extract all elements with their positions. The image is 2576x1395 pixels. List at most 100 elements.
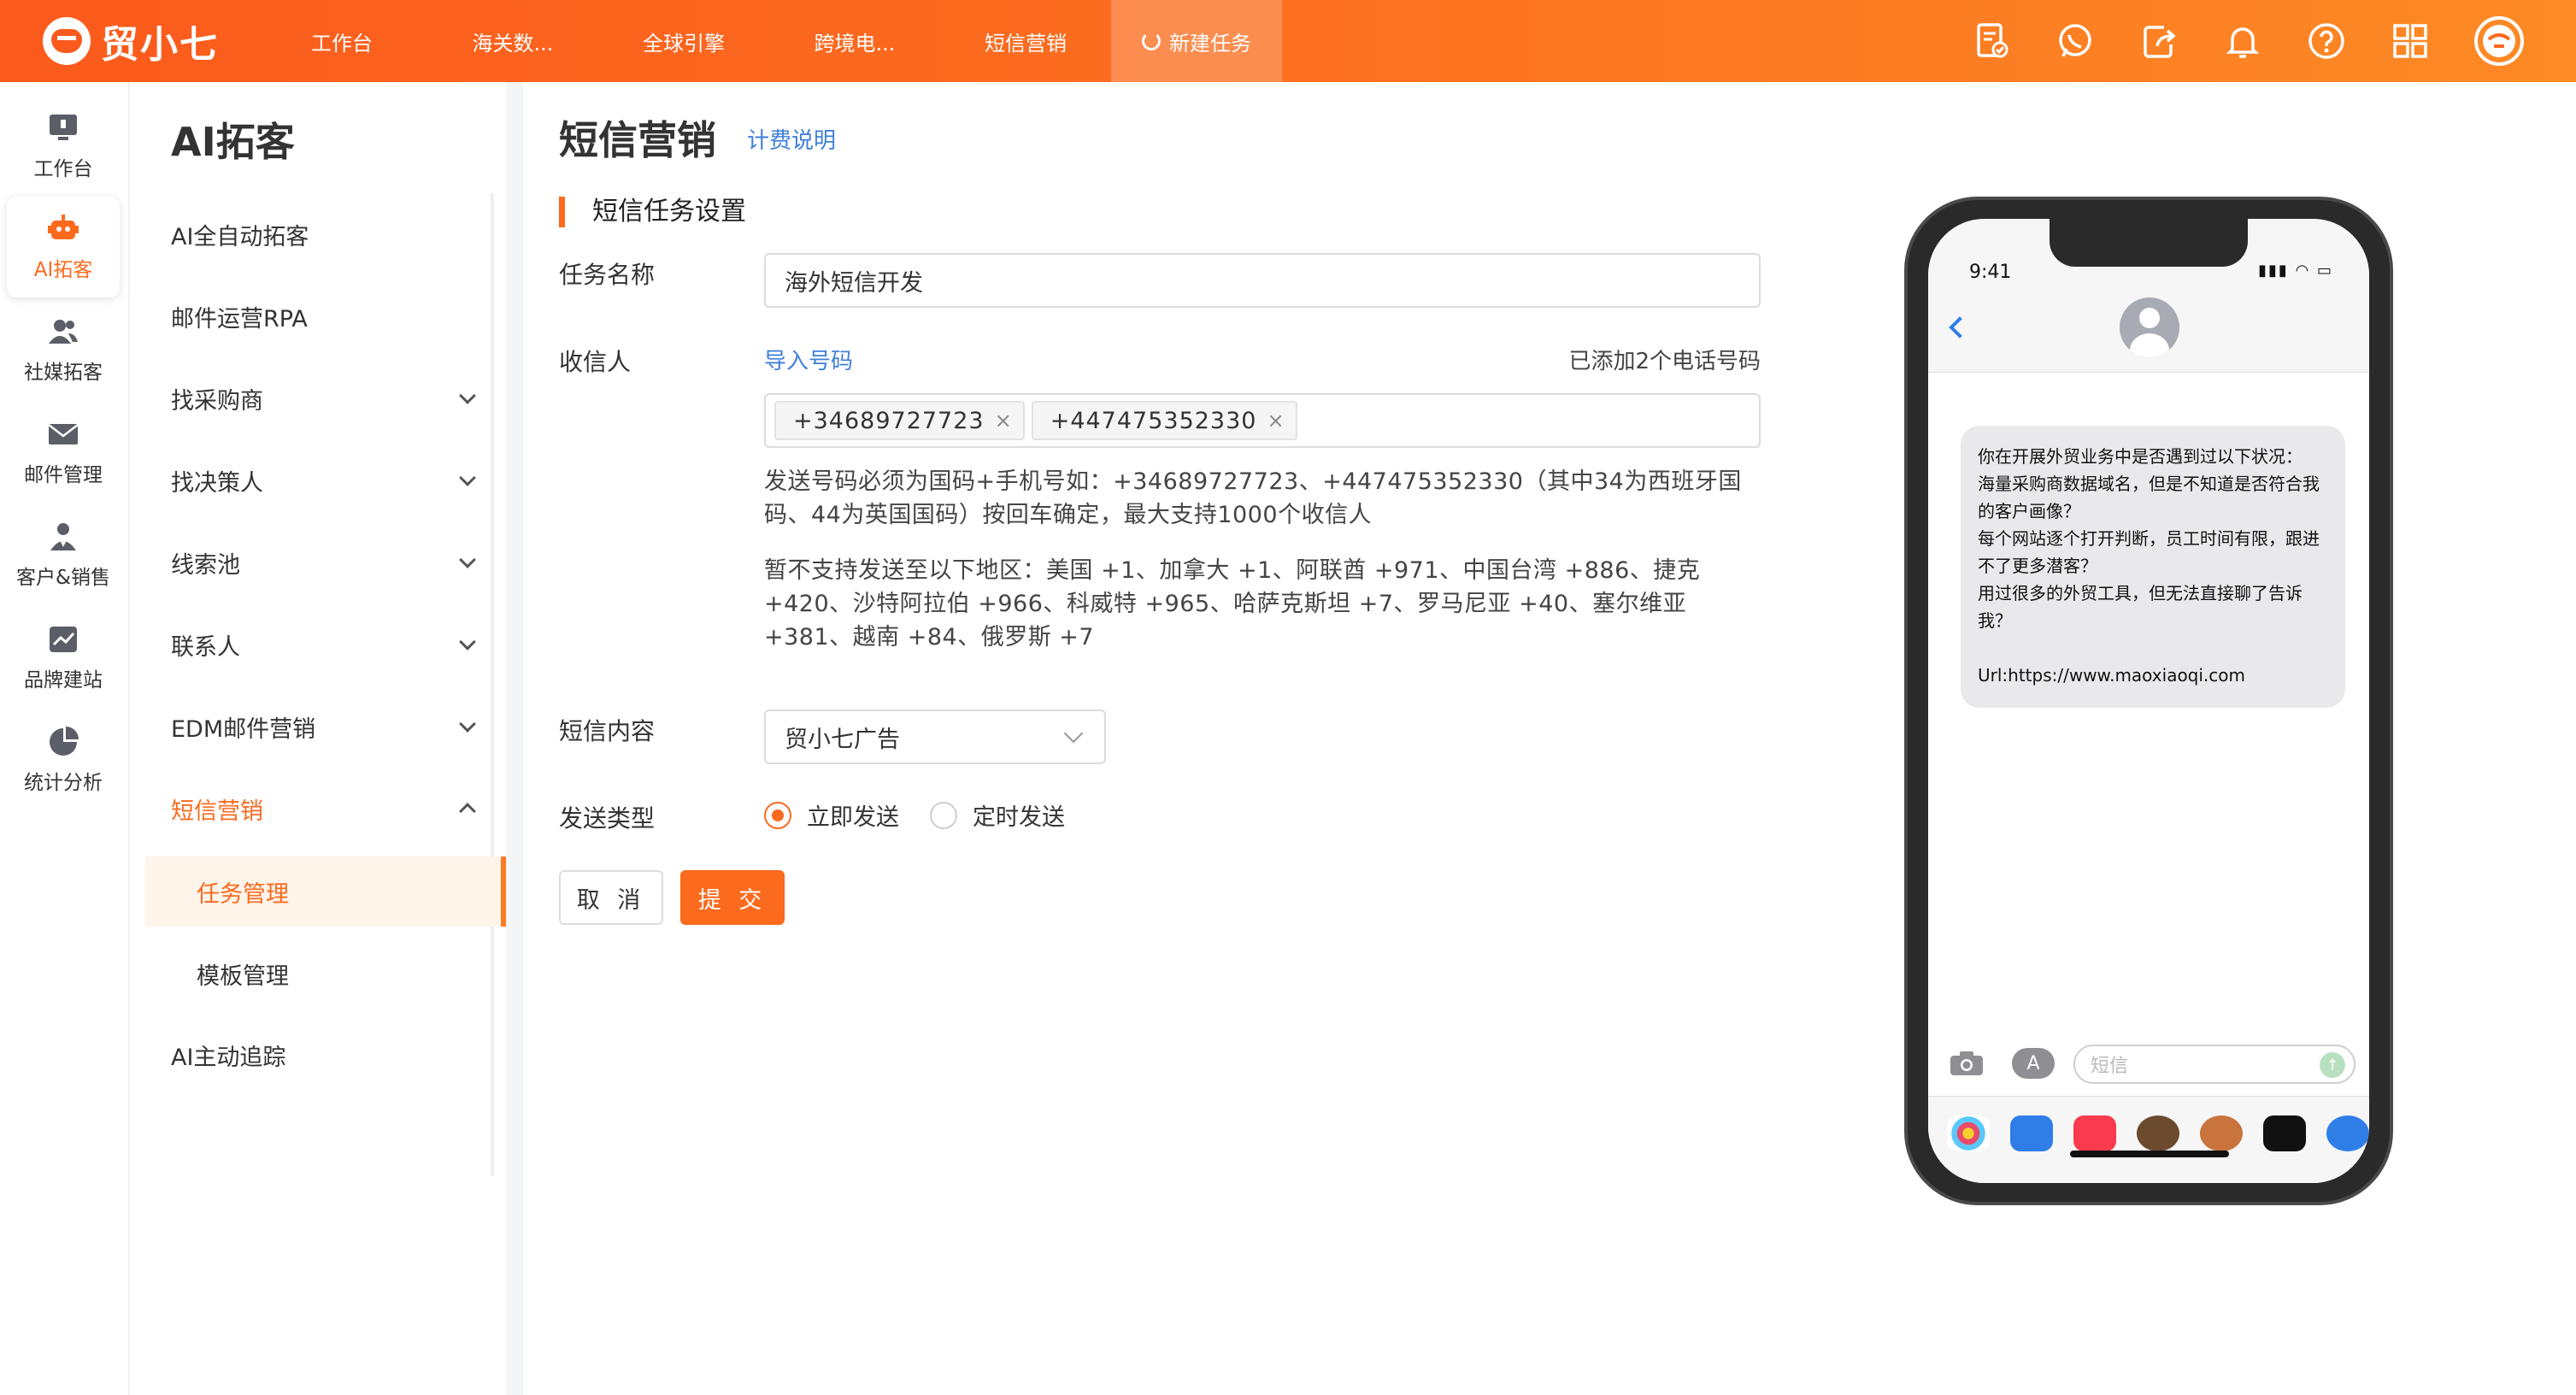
memoji-app-icon [2137,1115,2179,1151]
chevron-down-icon [459,469,476,486]
phone-tag: +447475352330 × [1031,401,1297,440]
recipient-tags-input[interactable]: +34689727723 × +447475352330 × [764,393,1761,448]
menu-item-find-decision-makers[interactable]: 找决策人 [171,455,487,506]
send-type-label: 发送类型 [559,804,656,833]
note-line: +420、沙特阿拉伯 +966、科威特 +965、哈萨克斯坦 +7、罗马尼亚 +… [764,591,1687,617]
rail-label: 客户&销售 [16,567,110,589]
sms-input-placeholder: 短信 [2091,1056,2129,1077]
grid-icon[interactable] [2390,21,2431,62]
rail-item-social[interactable]: 社媒拓客 [7,299,120,400]
radio-dot [764,801,791,829]
chevron-down-icon [459,633,476,650]
share-icon[interactable] [2138,21,2179,62]
contact-avatar [2120,297,2179,357]
menu-item-ai-tracking[interactable]: AI主动追踪 [171,1029,487,1080]
workbench-icon [50,115,77,140]
social-icon [49,320,78,344]
menu-item-lead-pool[interactable]: 线索池 [171,537,487,588]
menu-item-contacts[interactable]: 联系人 [171,619,487,670]
phone-tag: +34689727723 × [774,401,1025,440]
submenu-item-task-management[interactable]: 任务管理 [145,856,506,927]
bell-icon[interactable] [2222,21,2263,62]
user-avatar-icon[interactable] [2473,15,2525,67]
menu-item-label: EDM邮件营销 [171,715,316,743]
top-bar: 贸小七 工作台 海关数... 全球引擎 跨境电... 短信营销 新建任务 [0,0,2576,82]
music-app-icon [2073,1115,2116,1151]
rail-label: 邮件管理 [24,464,103,486]
chevron-down-icon [459,551,476,568]
logo-icon [43,17,91,65]
message-line: 每个网站逐个打开判断，员工时间有限，跟进不了更多潜客？ [1978,528,2320,576]
send-scheduled-radio[interactable]: 定时发送 [930,798,1065,832]
import-numbers-link[interactable]: 导入号码 [764,344,853,375]
phone-tag-text: +34689727723 [793,407,985,434]
chart-icon [50,627,77,652]
rail-item-ai-prospect[interactable]: AI拓客 [7,197,120,297]
customer-icon [50,523,76,550]
secondary-menu: AI拓客 AI全自动拓客 邮件运营RPA 找采购商 找决策人 线索池 联系人 E… [132,82,506,1395]
whatsapp-icon[interactable] [2055,21,2096,62]
menu-scrollbar[interactable] [491,193,494,1176]
rail-label: 社媒拓客 [24,362,103,384]
task-name-input[interactable]: 海外短信开发 [764,253,1761,308]
rail-item-mail[interactable]: 邮件管理 [7,402,120,503]
sms-template-select[interactable]: 贸小七广告 [764,709,1106,764]
refresh-icon [1142,32,1161,50]
submenu-item-template-management[interactable]: 模板管理 [145,939,506,1009]
robot-icon [48,215,79,239]
phone-notch [2050,219,2248,267]
radio-label: 定时发送 [973,804,1065,831]
digital-touch-app-icon [2263,1115,2306,1151]
app-logo[interactable]: 贸小七 [43,14,219,68]
message-line: 用过很多的外贸工具，但无法直接聊了告诉我？ [1978,583,2303,631]
top-nav: 工作台 海关数... 全球引擎 跨境电... 短信营销 新建任务 [256,0,1282,82]
menu-item-label: 短信营销 [171,798,263,825]
send-icon: ↑ [2320,1052,2345,1078]
nav-tab-customs[interactable]: 海关数... [427,0,598,82]
menu-item-mail-rpa[interactable]: 邮件运营RPA [171,291,487,342]
cancel-button[interactable]: 取 消 [559,870,663,925]
menu-item-find-buyers[interactable]: 找采购商 [171,373,487,424]
menu-item-label: AI主动追踪 [171,1044,286,1071]
sms-input-field: 短信 ↑ [2073,1045,2355,1084]
nav-tab-cross-border[interactable]: 跨境电... [769,0,940,82]
logo-text: 贸小七 [101,23,219,67]
recipient-label: 收信人 [559,348,632,376]
menu-item-sms-marketing[interactable]: 短信营销 [171,783,487,834]
nav-tab-new-task[interactable]: 新建任务 [1111,0,1282,82]
imessage-app-bar [1928,1096,2369,1183]
appstore-app-icon [2010,1115,2053,1151]
task-icon[interactable] [1971,21,2012,62]
rail-item-statistics[interactable]: 统计分析 [7,709,120,810]
help-icon[interactable] [2306,21,2347,62]
close-icon[interactable]: × [995,409,1013,433]
rail-item-customer-sales[interactable]: 客户&销售 [7,504,120,605]
menu-item-label: 找决策人 [171,469,263,497]
submit-button[interactable]: 提 交 [680,870,785,925]
sms-message-bubble: 你在开展外贸业务中是否遇到过以下状况： 海量采购商数据域名，但是不知道是否符合我… [1961,426,2345,708]
chevron-up-icon [459,803,476,820]
menu-item-ai-auto-prospect[interactable]: AI全自动拓客 [171,209,487,260]
billing-info-link[interactable]: 计费说明 [747,123,836,155]
note-line: 发送号码必须为国码+手机号如：+34689727723、+44747535233… [764,468,1742,495]
menu-item-label: 找采购商 [171,387,263,415]
nav-tab-global-engine[interactable]: 全球引擎 [598,0,769,82]
page-title: 短信营销 [559,117,716,163]
rail-label: AI拓客 [33,259,93,281]
nav-tab-sms[interactable]: 短信营销 [940,0,1111,82]
nav-tab-workbench[interactable]: 工作台 [256,0,427,82]
phone-tag-text: +447475352330 [1050,407,1257,434]
close-icon[interactable]: × [1267,409,1285,433]
rail-label: 工作台 [33,158,93,180]
message-line: 你在开展外贸业务中是否遇到过以下状况： [1978,446,2303,467]
menu-item-label: AI全自动拓客 [171,223,309,250]
task-name-label: 任务名称 [559,261,656,289]
rail-item-workbench[interactable]: 工作台 [7,96,120,197]
phone-preview: 9:41 ▮▮▮ ◠ ▭ 你在开展外贸业务中是否遇到过以下状况： 海量采购商数据… [1904,197,2393,1205]
menu-title: AI拓客 [171,119,295,165]
rail-item-brand-site[interactable]: 品牌建站 [7,607,120,708]
chevron-down-icon [459,715,476,733]
mail-icon [48,424,79,444]
menu-item-edm[interactable]: EDM邮件营销 [171,701,487,752]
send-now-radio[interactable]: 立即发送 [764,798,899,832]
